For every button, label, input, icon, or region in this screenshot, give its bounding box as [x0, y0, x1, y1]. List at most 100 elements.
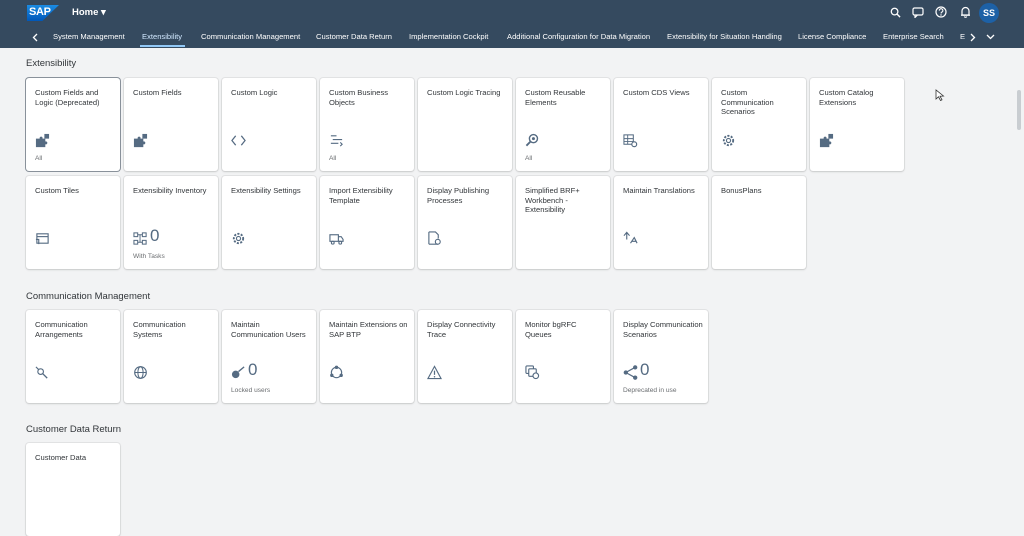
shell-bar: SAP Home ▾ SS — [0, 0, 1024, 26]
tile-custom-fields[interactable]: Custom Fields — [124, 78, 218, 171]
tile-title: Custom Fields and Logic (Deprecated) — [35, 88, 100, 107]
tab-overflow[interactable]: E — [960, 32, 965, 41]
tile-import-extensibility-template[interactable]: Import Extensibility Template — [320, 176, 414, 269]
page-scrollbar[interactable] — [1017, 90, 1021, 130]
tile-title: Custom CDS Views — [623, 88, 690, 97]
tile-footer: Deprecated in use — [623, 387, 677, 394]
tile-title: Extensibility Inventory — [133, 186, 207, 195]
tile-maintain-communication-users[interactable]: Maintain Communication Users 0 Locked us… — [222, 310, 316, 403]
home-menu-button[interactable]: Home ▾ — [72, 7, 106, 18]
tile-title: Display Publishing Processes — [427, 186, 490, 205]
tile-title: Display Connectivity Trace — [427, 320, 496, 339]
tile-title: BonusPlans — [721, 186, 762, 195]
tab-enterprise-search[interactable]: Enterprise Search — [883, 32, 944, 41]
tile-footer: All — [35, 155, 43, 162]
help-icon[interactable] — [933, 4, 949, 20]
tile-title: Custom Logic Tracing — [427, 88, 501, 97]
tile-title: Communication Arrangements — [35, 320, 88, 339]
tile-display-publishing-processes[interactable]: Display Publishing Processes — [418, 176, 512, 269]
section-title-extensibility: Extensibility — [26, 58, 77, 69]
tab-additional-configuration[interactable]: Additional Configuration for Data Migrat… — [507, 32, 650, 41]
tile-kpi-number: 0 — [640, 360, 650, 379]
tile-custom-communication-scenarios[interactable]: Custom Communication Scenarios — [712, 78, 806, 171]
tile-maintain-translations[interactable]: Maintain Translations — [614, 176, 708, 269]
table-gear-icon — [623, 133, 638, 148]
tile-bonusplans[interactable]: BonusPlans — [712, 176, 806, 269]
tile-footer: Locked users — [231, 387, 271, 394]
share-icon — [623, 365, 638, 380]
tile-communication-systems[interactable]: Communication Systems — [124, 310, 218, 403]
tile-communication-arrangements[interactable]: Communication Arrangements — [26, 310, 120, 403]
bell-icon[interactable] — [957, 4, 973, 20]
tile-footer: With Tasks — [133, 253, 165, 260]
sap-logo[interactable]: SAP — [27, 5, 59, 21]
tile-title: Customer Data — [35, 453, 87, 462]
tile-title: Custom Reusable Elements — [525, 88, 586, 107]
tile-custom-tiles[interactable]: Custom Tiles — [26, 176, 120, 269]
tile-title: Simplified BRF+ Workbench - Extensibilit… — [525, 186, 580, 215]
gear-icon — [721, 133, 736, 148]
translate-icon — [623, 231, 638, 246]
logo-text: SAP — [29, 6, 51, 18]
tile-title: Maintain Translations — [623, 186, 695, 195]
tile-kpi-number: 0 — [248, 360, 258, 379]
tile-title: Custom Communication Scenarios — [721, 88, 774, 117]
code-icon — [231, 133, 246, 148]
user-avatar[interactable]: SS — [979, 3, 999, 23]
chevron-left-icon[interactable] — [29, 30, 41, 44]
tile-custom-cds-views[interactable]: Custom CDS Views — [614, 78, 708, 171]
chevron-right-icon[interactable] — [967, 30, 979, 44]
tile-display-communication-scenarios[interactable]: Display Communication Scenarios 0 Deprec… — [614, 310, 708, 403]
tile-customer-data[interactable]: Customer Data — [26, 443, 120, 536]
list-icon — [329, 133, 344, 148]
chevron-down-icon[interactable] — [984, 30, 996, 44]
document-gear-icon — [427, 231, 442, 246]
queue-icon — [525, 365, 540, 380]
tile-extensibility-inventory[interactable]: Extensibility Inventory 0 With Tasks — [124, 176, 218, 269]
tile-custom-catalog-extensions[interactable]: Custom Catalog Extensions — [810, 78, 904, 171]
tile-maintain-extensions-btp[interactable]: Maintain Extensions on SAP BTP — [320, 310, 414, 403]
cycle-icon — [329, 365, 344, 380]
section-title-communication-management: Communication Management — [26, 291, 151, 302]
tile-title: Monitor bgRFC Queues — [525, 320, 577, 339]
key-user-icon — [231, 365, 246, 380]
tab-implementation-cockpit[interactable]: Implementation Cockpit — [409, 32, 488, 41]
tile-custom-fields-and-logic[interactable]: Custom Fields and Logic (Deprecated) All — [26, 78, 120, 171]
gear-icon — [231, 231, 246, 246]
tile-custom-logic-tracing[interactable]: Custom Logic Tracing — [418, 78, 512, 171]
tab-customer-data-return[interactable]: Customer Data Return — [316, 32, 392, 41]
hierarchy-icon — [133, 231, 148, 246]
tab-license-compliance[interactable]: License Compliance — [798, 32, 866, 41]
tile-footer: All — [525, 155, 533, 162]
feedback-icon[interactable] — [910, 4, 926, 20]
connection-icon — [35, 365, 50, 380]
warning-icon — [426, 365, 443, 380]
tile-display-connectivity-trace[interactable]: Display Connectivity Trace — [418, 310, 512, 403]
tile-title: Custom Logic — [231, 88, 278, 97]
tile-extensibility-settings[interactable]: Extensibility Settings — [222, 176, 316, 269]
mouse-cursor-icon — [935, 88, 945, 102]
tile-title: Display Communication Scenarios — [623, 320, 703, 339]
window-icon — [35, 231, 50, 246]
tab-system-management[interactable]: System Management — [53, 32, 125, 41]
tile-title: Custom Tiles — [35, 186, 79, 195]
tile-monitor-bgrfc-queues[interactable]: Monitor bgRFC Queues — [516, 310, 610, 403]
puzzle-icon — [819, 133, 834, 148]
tile-custom-business-objects[interactable]: Custom Business Objects All — [320, 78, 414, 171]
truck-icon — [329, 231, 344, 246]
tab-extensibility[interactable]: Extensibility — [142, 32, 182, 41]
tile-custom-reusable-elements[interactable]: Custom Reusable Elements All — [516, 78, 610, 171]
tab-extensibility-situation-handling[interactable]: Extensibility for Situation Handling — [667, 32, 782, 41]
tile-title: Custom Fields — [133, 88, 182, 97]
puzzle-icon — [133, 133, 148, 148]
active-tab-indicator — [140, 45, 185, 47]
tile-kpi-number: 0 — [150, 226, 160, 245]
tile-title: Maintain Communication Users — [231, 320, 306, 339]
tab-communication-management[interactable]: Communication Management — [201, 32, 300, 41]
tile-title: Import Extensibility Template — [329, 186, 393, 205]
search-icon[interactable] — [887, 4, 903, 20]
tile-title: Custom Catalog Extensions — [819, 88, 874, 107]
tile-custom-logic[interactable]: Custom Logic — [222, 78, 316, 171]
tile-simplified-brf-workbench[interactable]: Simplified BRF+ Workbench - Extensibilit… — [516, 176, 610, 269]
tile-title: Communication Systems — [133, 320, 186, 339]
